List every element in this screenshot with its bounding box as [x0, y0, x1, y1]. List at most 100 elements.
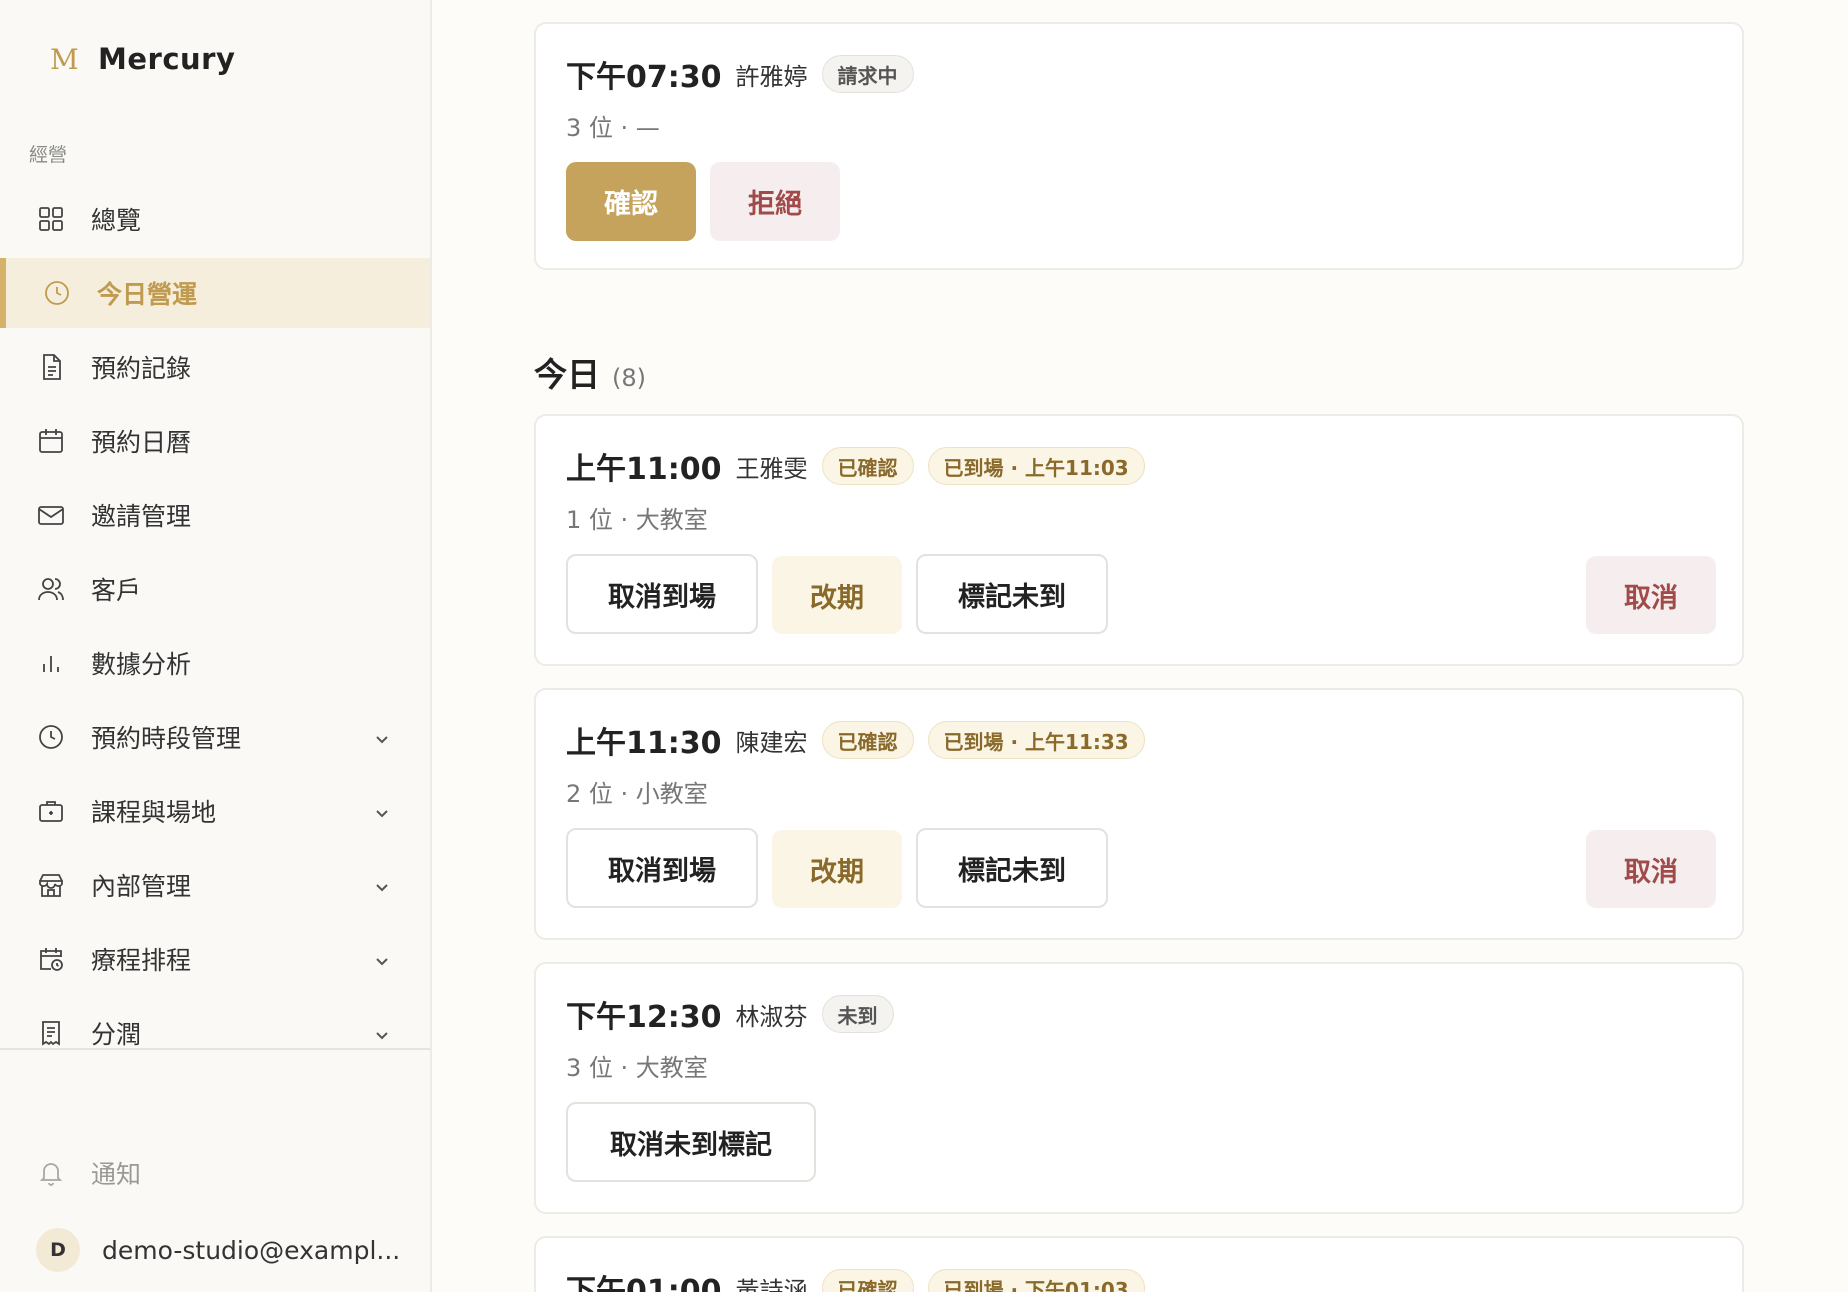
sidebar-item-treatment-schedule[interactable]: 療程排程: [0, 924, 430, 994]
sidebar-item-label: 客戶: [91, 576, 142, 605]
sidebar-item-booking-calendar[interactable]: 預約日曆: [0, 406, 430, 476]
booking-time: 上午11:30: [566, 726, 722, 761]
sidebar-divider: [0, 1048, 430, 1050]
users-icon: [36, 574, 66, 604]
booking-details: 3 位 · —: [566, 114, 660, 142]
sidebar-item-label: 今日營運: [97, 280, 198, 309]
booking-details: 2 位 · 小教室: [566, 780, 708, 808]
booking-details: 3 位 · 大教室: [566, 1054, 708, 1082]
reject-button[interactable]: 拒絕: [710, 162, 840, 241]
calendar-clock-icon: [36, 944, 66, 974]
sidebar-item-today-operations[interactable]: 今日營運: [0, 258, 430, 328]
booking-header: 上午11:00 王雅雯 已確認 已到場 · 上午11:03: [566, 444, 1145, 488]
bell-icon: [39, 1163, 63, 1186]
cancel-button[interactable]: 取消: [1586, 830, 1716, 908]
sidebar-nav: 總覽 今日營運 預約記錄 預約日曆 邀請管理 客戶 數據分析 預約時段管理 課程…: [0, 184, 430, 1072]
section-title: 今日: [534, 355, 600, 394]
sidebar-item-label: 療程排程: [91, 946, 192, 975]
clock-icon: [36, 722, 66, 752]
sidebar-item-invitations[interactable]: 邀請管理: [0, 480, 430, 550]
booking-time: 下午07:30: [566, 60, 722, 95]
booking-card: 上午11:00 王雅雯 已確認 已到場 · 上午11:03 1 位 · 大教室 …: [534, 414, 1744, 666]
document-icon: [36, 352, 66, 382]
section-header-today: 今日 (8): [534, 348, 646, 396]
booking-header: 下午01:00 黃詩涵 已確認 已到場 · 下午01:03: [566, 1266, 1145, 1292]
sidebar-item-overview[interactable]: 總覽: [0, 184, 430, 254]
nav-section-label: 經營: [29, 144, 68, 166]
status-badge: 已確認: [821, 721, 914, 759]
brand-name: Mercury: [98, 42, 236, 76]
status-badge: 未到: [821, 995, 894, 1033]
chevron-down-icon[interactable]: [372, 1022, 392, 1042]
notifications-button[interactable]: 通知: [36, 1155, 141, 1191]
sidebar-item-label: 內部管理: [91, 872, 192, 901]
sidebar-item-label: 預約日曆: [91, 428, 192, 457]
reschedule-button[interactable]: 改期: [772, 556, 902, 634]
booking-time: 下午12:30: [566, 1000, 722, 1035]
booking-header: 上午11:30 陳建宏 已確認 已到場 · 上午11:33: [566, 718, 1145, 762]
customer-name: 王雅雯: [735, 454, 808, 483]
booking-card: 上午11:30 陳建宏 已確認 已到場 · 上午11:33 2 位 · 小教室 …: [534, 688, 1744, 940]
booking-details: 1 位 · 大教室: [566, 506, 708, 534]
sidebar-item-label: 預約記錄: [91, 354, 192, 383]
customer-name: 許雅婷: [735, 62, 808, 91]
section-count: (8): [612, 364, 646, 392]
chevron-down-icon[interactable]: [372, 726, 392, 746]
chevron-down-icon[interactable]: [372, 948, 392, 968]
bar-chart-icon: [36, 648, 66, 678]
sidebar-item-label: 總覽: [91, 206, 142, 235]
brand[interactable]: M Mercury: [50, 42, 235, 76]
sidebar-item-customers[interactable]: 客戶: [0, 554, 430, 624]
calendar-icon: [36, 426, 66, 456]
chevron-down-icon[interactable]: [372, 800, 392, 820]
sidebar-item-internal-management[interactable]: 內部管理: [0, 850, 430, 920]
mark-noshow-button[interactable]: 標記未到: [916, 554, 1108, 634]
customer-name: 陳建宏: [735, 728, 808, 757]
booking-time: 下午01:00: [566, 1274, 722, 1292]
booking-card: 下午01:00 黃詩涵 已確認 已到場 · 下午01:03: [534, 1236, 1744, 1292]
cancel-button[interactable]: 取消: [1586, 556, 1716, 634]
brand-logo: M: [50, 42, 79, 76]
customer-name: 黃詩涵: [735, 1276, 808, 1292]
status-badge: 已確認: [821, 1269, 914, 1292]
briefcase-icon: [36, 796, 66, 826]
sidebar-item-profit-sharing[interactable]: 分潤: [0, 998, 430, 1068]
sidebar-item-timeslot-management[interactable]: 預約時段管理: [0, 702, 430, 772]
booking-header: 下午07:30 許雅婷 請求中: [566, 52, 914, 96]
arrival-badge: 已到場 · 下午01:03: [927, 1269, 1145, 1292]
sidebar-item-analytics[interactable]: 數據分析: [0, 628, 430, 698]
sidebar-item-label: 預約時段管理: [91, 724, 242, 753]
grid-icon: [36, 204, 66, 234]
customer-name: 林淑芬: [735, 1002, 808, 1031]
reschedule-button[interactable]: 改期: [772, 830, 902, 908]
undo-checkin-button[interactable]: 取消到場: [566, 554, 758, 634]
booking-header: 下午12:30 林淑芬 未到: [566, 992, 894, 1036]
mail-icon: [36, 500, 66, 530]
mark-noshow-button[interactable]: 標記未到: [916, 828, 1108, 908]
sidebar: M Mercury 經營 總覽 今日營運 預約記錄 預約日曆 邀請管理 客戶 數…: [0, 0, 432, 1292]
user-email: demo-studio@exampl...: [102, 1235, 401, 1265]
sidebar-item-courses-venues[interactable]: 課程與場地: [0, 776, 430, 846]
arrival-badge: 已到場 · 上午11:03: [927, 447, 1145, 485]
user-menu[interactable]: D demo-studio@exampl...: [36, 1228, 400, 1272]
sidebar-item-label: 分潤: [91, 1020, 142, 1049]
status-badge: 已確認: [821, 447, 914, 485]
avatar: D: [36, 1228, 80, 1272]
sidebar-item-label: 數據分析: [91, 650, 192, 679]
store-icon: [36, 870, 66, 900]
clock-icon: [42, 278, 72, 308]
sidebar-item-booking-records[interactable]: 預約記錄: [0, 332, 430, 402]
chevron-down-icon[interactable]: [372, 874, 392, 894]
sidebar-item-label: 邀請管理: [91, 502, 192, 531]
sidebar-item-label: 課程與場地: [91, 798, 217, 827]
arrival-badge: 已到場 · 上午11:33: [927, 721, 1145, 759]
main-content: 下午07:30 許雅婷 請求中 3 位 · — 確認 拒絕 今日 (8) 上午1…: [434, 0, 1848, 1292]
status-badge: 請求中: [821, 55, 914, 93]
undo-noshow-button[interactable]: 取消未到標記: [566, 1102, 816, 1182]
booking-time: 上午11:00: [566, 452, 722, 487]
confirm-button[interactable]: 確認: [566, 162, 696, 241]
booking-card-pending: 下午07:30 許雅婷 請求中 3 位 · — 確認 拒絕: [534, 22, 1744, 270]
receipt-icon: [36, 1018, 66, 1048]
booking-card: 下午12:30 林淑芬 未到 3 位 · 大教室 取消未到標記: [534, 962, 1744, 1214]
undo-checkin-button[interactable]: 取消到場: [566, 828, 758, 908]
